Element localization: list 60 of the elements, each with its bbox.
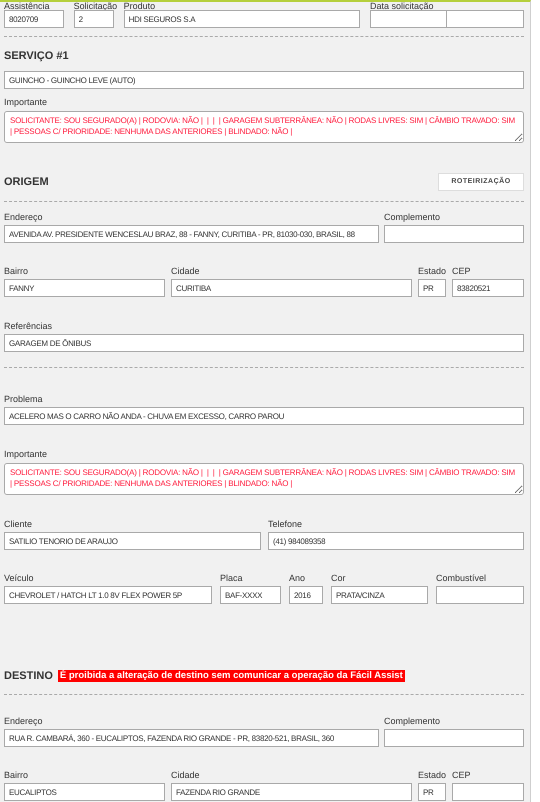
field-label: Estado <box>418 266 446 276</box>
field-label: Problema <box>4 394 43 404</box>
field-label: Solicitação <box>74 2 118 10</box>
field-label: CEP <box>452 266 471 276</box>
input-field[interactable]: CURITIBA <box>171 279 412 297</box>
field-label: Cliente <box>4 519 32 529</box>
input-field[interactable]: AVENIDA AV. PRESIDENTE WENCESLAU BRAZ, 88 - FANNY, CURITIBA - PR, 81030-030, BRASIL, 88 <box>4 225 379 243</box>
input-field[interactable]: EUCALIPTOS <box>4 783 165 801</box>
input-field[interactable] <box>384 729 524 747</box>
field-label: Endereço <box>4 212 43 222</box>
field-label: Data solicitação <box>370 2 434 10</box>
input-field[interactable] <box>384 225 524 243</box>
field-label: Veículo <box>4 573 34 583</box>
input-field[interactable]: 83820521 <box>452 279 524 297</box>
input-field[interactable] <box>452 783 524 801</box>
input-field[interactable]: GARAGEM DE ÔNIBUS <box>4 334 524 352</box>
field-label: Estado <box>418 770 446 780</box>
field-label: Combustível <box>436 573 486 583</box>
input-field[interactable]: SATILIO TENORIO DE ARAUJO <box>4 532 261 550</box>
field-label: Produto <box>124 2 156 10</box>
field-label: Telefone <box>268 519 302 529</box>
input-field[interactable]: PR <box>418 783 446 801</box>
time-field[interactable] <box>447 10 524 28</box>
section-title: DESTINO <box>4 670 53 682</box>
input-field[interactable]: 2016 <box>289 586 323 604</box>
input-field[interactable]: PRATA/CINZA <box>331 586 428 604</box>
input-field[interactable]: FANNY <box>4 279 165 297</box>
input-field[interactable]: CHEVROLET / HATCH LT 1.0 8V FLEX POWER 5P <box>4 586 212 604</box>
section-title: SERVIÇO #1 <box>4 50 69 62</box>
input-field[interactable]: GUINCHO - GUINCHO LEVE (AUTO) <box>4 71 524 89</box>
important-textarea[interactable]: SOLICITANTE: SOU SEGURADO(A) | RODOVIA: NÃO | | | | GARAGEM SUBTERRÂNEA: NÃO | RODAS LIVRES: SIM | CÂMBIO TRAVADO: SIM | PESSOAS C/ PRIORIDADE: NENHUMA DAS ANTERIORES | BLINDADO: NÃO | <box>4 111 524 143</box>
input-field[interactable]: HDI SEGUROS S.A <box>124 10 360 28</box>
warning-notice: É proibida a alteração de destino sem comunicar a operação da Fácil Assist <box>58 670 405 682</box>
field-label: Placa <box>220 573 243 583</box>
important-textarea[interactable]: SOLICITANTE: SOU SEGURADO(A) | RODOVIA: NÃO | | | | GARAGEM SUBTERRÂNEA: NÃO | RODAS LIVRES: SIM | CÂMBIO TRAVADO: SIM | PESSOAS C/ PRIORIDADE: NENHUMA DAS ANTERIORES | BLINDADO: NÃO | <box>4 463 524 495</box>
field-label: Cidade <box>171 266 200 276</box>
input-field[interactable]: PR <box>418 279 446 297</box>
field-label: Importante <box>4 449 48 459</box>
input-field[interactable]: ACELERO MAS O CARRO NÃO ANDA - CHUVA EM EXCESSO, CARRO PAROU <box>4 407 524 425</box>
date-field[interactable] <box>370 10 448 28</box>
section-title: ORIGEM <box>4 176 49 188</box>
field-label: Endereço <box>4 716 43 726</box>
input-field[interactable]: FAZENDA RIO GRANDE <box>171 783 412 801</box>
field-label: Complemento <box>384 716 440 726</box>
input-field[interactable]: 2 <box>74 10 114 28</box>
input-field[interactable]: 8020709 <box>4 10 64 28</box>
field-label: Assistência <box>4 2 50 10</box>
field-label: Referências <box>4 321 52 331</box>
input-field[interactable] <box>436 586 524 604</box>
field-label: CEP <box>452 770 471 780</box>
field-label: Complemento <box>384 212 440 222</box>
field-label: Importante <box>4 97 48 107</box>
field-label: Cor <box>331 573 346 583</box>
field-label: Cidade <box>171 770 200 780</box>
field-label: Bairro <box>4 770 28 780</box>
field-label: Bairro <box>4 266 28 276</box>
field-label: Ano <box>289 573 306 583</box>
input-field[interactable]: RUA R. CAMBARÁ, 360 - EUCALIPTOS, FAZENDA RIO GRANDE - PR, 83820-521, BRASIL, 360 <box>4 729 379 747</box>
input-field[interactable]: (41) 984089358 <box>268 532 524 550</box>
input-field[interactable]: BAF-XXXX <box>220 586 281 604</box>
